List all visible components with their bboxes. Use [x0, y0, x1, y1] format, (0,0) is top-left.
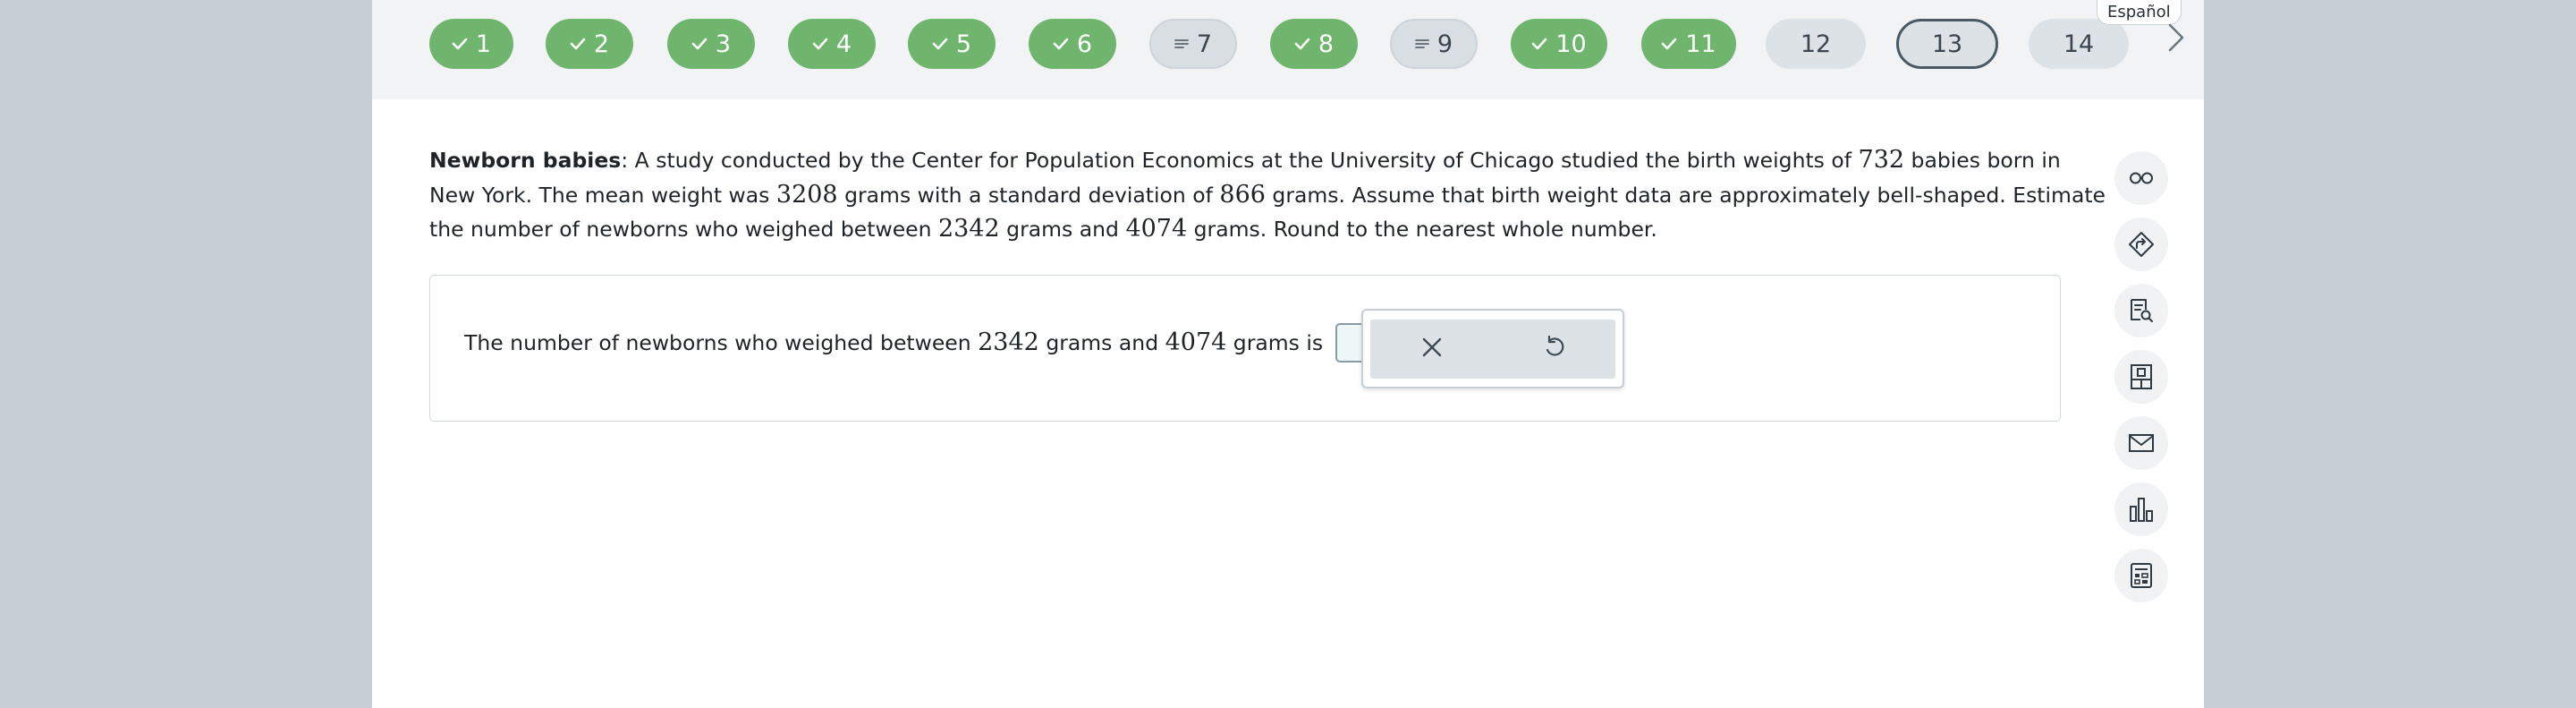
question-1-label: 1	[475, 30, 492, 58]
answer-text: grams and	[1038, 330, 1165, 355]
keypad-buttons	[1370, 320, 1615, 379]
calculator-icon[interactable]	[2114, 549, 2168, 602]
problem-number: 3208	[775, 180, 838, 209]
next-arrow-icon[interactable]	[2163, 21, 2190, 54]
close-icon	[1421, 337, 1443, 362]
answer-number: 2342	[978, 328, 1039, 356]
lines-icon	[1174, 38, 1189, 49]
check-icon	[1053, 38, 1069, 50]
undo-button[interactable]	[1493, 320, 1615, 379]
question-5-button[interactable]: 5	[908, 19, 996, 69]
question-navigation-bar: 1 2 3 4 5 6 7 8 9 10 11 12 13 14 Español	[372, 0, 2204, 99]
question-8-button[interactable]: 8	[1270, 19, 1358, 69]
question-4-label: 4	[835, 30, 852, 58]
check-icon	[1294, 38, 1310, 50]
question-3-label: 3	[715, 30, 732, 58]
check-icon	[812, 38, 828, 50]
question-14-button[interactable]: 14	[2029, 19, 2129, 69]
question-13-button[interactable]: 13	[1896, 19, 1998, 69]
problem-number: 866	[1219, 180, 1266, 209]
question-11-label: 11	[1685, 30, 1716, 58]
question-8-label: 8	[1318, 30, 1335, 58]
question-2-button[interactable]: 2	[546, 19, 633, 69]
question-5-label: 5	[955, 30, 972, 58]
answer-keypad	[1361, 309, 1624, 388]
problem-text: grams with a standard deviation of	[837, 182, 1220, 208]
check-icon	[932, 38, 948, 50]
answer-text: The number of newborns who weighed betwe…	[464, 330, 979, 355]
problem-number: 4074	[1125, 215, 1188, 243]
answer-number: 4074	[1165, 328, 1227, 356]
question-14-label: 14	[2063, 30, 2095, 58]
main-panel: 1 2 3 4 5 6 7 8 9 10 11 12 13 14 Español…	[372, 0, 2204, 708]
check-icon	[1661, 38, 1677, 50]
answer-sentence: The number of newborns who weighed betwe…	[464, 318, 1385, 368]
problem-text: grams and	[999, 217, 1126, 242]
bar-chart-icon[interactable]	[2114, 482, 2168, 536]
check-icon	[1531, 38, 1547, 50]
problem-statement: Newborn babies: A study conducted by the…	[429, 143, 2111, 247]
textbook-icon[interactable]	[2114, 350, 2168, 404]
problem-text: grams. Round to the nearest whole number…	[1187, 217, 1657, 242]
question-12-button[interactable]: 12	[1766, 19, 1866, 69]
clear-button[interactable]	[1370, 320, 1493, 379]
question-7-button[interactable]: 7	[1149, 19, 1237, 69]
question-7-label: 7	[1196, 30, 1213, 58]
question-10-label: 10	[1555, 30, 1587, 58]
check-icon	[452, 38, 468, 50]
question-4-button[interactable]: 4	[788, 19, 876, 69]
problem-text: : A study conducted by the Center for Po…	[621, 148, 1859, 173]
problem-number: 732	[1858, 146, 1905, 174]
answer-area: The number of newborns who weighed betwe…	[429, 275, 2061, 422]
question-12-label: 12	[1800, 30, 1832, 58]
answer-text: grams is	[1226, 330, 1324, 355]
problem-number: 2342	[937, 215, 1000, 243]
document-search-icon[interactable]	[2114, 284, 2168, 337]
question-3-button[interactable]: 3	[667, 19, 755, 69]
question-9-label: 9	[1436, 30, 1453, 58]
question-1-button[interactable]: 1	[429, 19, 513, 69]
question-6-label: 6	[1076, 30, 1093, 58]
check-icon	[570, 38, 586, 50]
question-2-label: 2	[593, 30, 610, 58]
glasses-icon[interactable]	[2114, 151, 2168, 205]
check-icon	[691, 38, 708, 50]
mail-icon[interactable]	[2114, 416, 2168, 470]
problem-title: Newborn babies	[429, 148, 622, 173]
lines-icon	[1415, 38, 1429, 49]
question-10-button[interactable]: 10	[1511, 19, 1607, 69]
route-icon[interactable]	[2114, 218, 2168, 271]
question-11-button[interactable]: 11	[1641, 19, 1736, 69]
undo-icon	[1542, 335, 1567, 363]
question-9-button[interactable]: 9	[1390, 19, 1478, 69]
question-13-label: 13	[1931, 30, 1963, 58]
question-6-button[interactable]: 6	[1029, 19, 1116, 69]
